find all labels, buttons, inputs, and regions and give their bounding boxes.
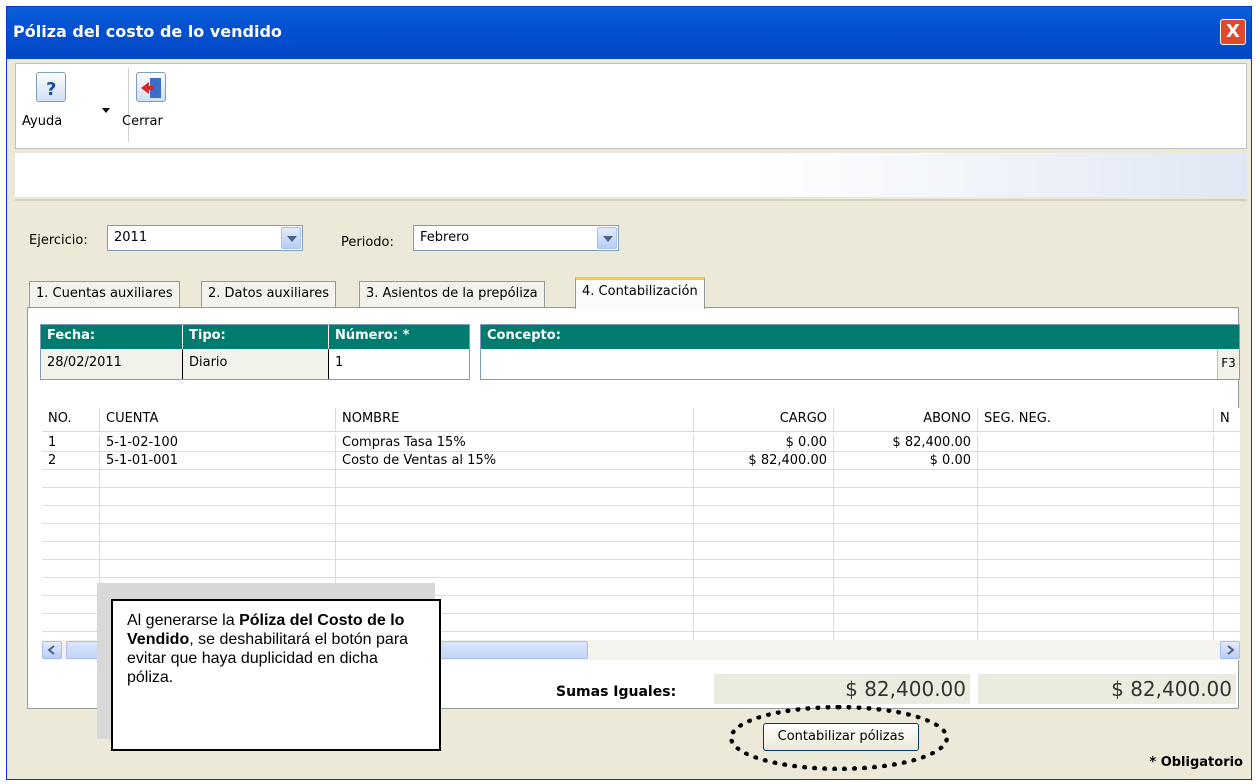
help-button[interactable]: ? Ayuda	[22, 72, 66, 129]
periodo-select[interactable]: Febrero	[413, 225, 619, 251]
fecha-field[interactable]: 28/02/2011	[41, 349, 183, 379]
f3-button[interactable]: F3	[1217, 349, 1239, 379]
highlight-oval	[729, 705, 949, 771]
scroll-right-icon[interactable]	[1220, 641, 1240, 659]
row-abono: $ 0.00	[834, 452, 978, 470]
row-abono: $ 82,400.00	[834, 434, 978, 452]
chevron-down-icon[interactable]	[281, 227, 301, 249]
col-abono[interactable]: ABONO	[834, 408, 978, 432]
concepto-box: Concepto: F3	[480, 324, 1240, 380]
fecha-label: Fecha:	[41, 325, 183, 349]
close-button[interactable]: Cerrar	[122, 72, 166, 129]
chevron-down-icon[interactable]	[597, 227, 617, 249]
numero-field[interactable]: 1	[329, 349, 469, 379]
main-window: Póliza del costo de lo vendido X ? Ayuda…	[6, 6, 1252, 780]
concepto-field[interactable]	[481, 349, 1217, 379]
close-window-button[interactable]: X	[1220, 19, 1246, 45]
help-icon: ?	[36, 72, 66, 102]
col-cargo[interactable]: CARGO	[694, 408, 834, 432]
row-no: 2	[42, 452, 100, 470]
tipo-field[interactable]: Diario	[183, 349, 329, 379]
ejercicio-label: Ejercicio:	[29, 233, 88, 248]
tab-cuentas-auxiliares[interactable]: 1. Cuentas auxiliares	[29, 281, 180, 307]
poliza-header-box: Fecha: Tipo: Número: * 28/02/2011 Diario…	[40, 324, 470, 380]
col-no[interactable]: NO.	[42, 408, 100, 432]
periodo-label: Periodo:	[341, 235, 394, 250]
tab-asientos-prepoliza[interactable]: 3. Asientos de la prepóliza	[359, 281, 545, 307]
row-nombre: Costo de Ventas al 15%	[336, 452, 694, 470]
row-seg-neg	[978, 434, 1214, 452]
help-dropdown-arrow-icon[interactable]	[102, 108, 110, 113]
svg-text:?: ?	[46, 79, 56, 100]
total-abono: $ 82,400.00	[978, 674, 1236, 704]
tab-contabilizacion[interactable]: 4. Contabilización	[575, 277, 705, 309]
tipo-label: Tipo:	[183, 325, 329, 349]
title-bar: Póliza del costo de lo vendido X	[7, 7, 1251, 59]
grid-header: NO. CUENTA NOMBRE CARGO ABONO SEG. NEG. …	[42, 408, 1240, 432]
tab-datos-auxiliares[interactable]: 2. Datos auxiliares	[201, 281, 336, 307]
required-note: * Obligatorio	[1149, 755, 1243, 770]
close-label: Cerrar	[122, 114, 163, 129]
col-seg-neg[interactable]: SEG. NEG.	[978, 408, 1214, 432]
window-title: Póliza del costo de lo vendido	[13, 22, 282, 41]
ejercicio-select[interactable]: 2011	[107, 225, 303, 251]
col-cuenta[interactable]: CUENTA	[100, 408, 336, 432]
help-label: Ayuda	[22, 114, 63, 129]
total-cargo: $ 82,400.00	[714, 674, 970, 704]
row-cargo: $ 82,400.00	[694, 452, 834, 470]
table-row[interactable]: 2 5-1-01-001 Costo de Ventas al 15% $ 82…	[42, 452, 1240, 470]
numero-label: Número: *	[329, 325, 469, 349]
annotation-callout: Al generarse la Póliza del Costo de lo V…	[111, 599, 441, 751]
ejercicio-value: 2011	[114, 230, 148, 245]
callout-text-1: Al generarse la	[127, 612, 240, 629]
col-n[interactable]: N	[1214, 408, 1240, 432]
row-cargo: $ 0.00	[694, 434, 834, 452]
section-divider	[15, 199, 1247, 201]
concepto-label: Concepto:	[481, 325, 1239, 349]
row-no: 1	[42, 434, 100, 452]
exit-door-icon	[136, 72, 166, 102]
col-nombre[interactable]: NOMBRE	[336, 408, 694, 432]
row-cuenta: 5-1-01-001	[100, 452, 336, 470]
periodo-value: Febrero	[420, 230, 470, 245]
row-nombre: Compras Tasa 15%	[336, 434, 694, 452]
sumas-iguales-label: Sumas Iguales:	[556, 684, 677, 700]
table-row[interactable]: 1 5-1-02-100 Compras Tasa 15% $ 0.00 $ 8…	[42, 434, 1240, 452]
row-seg-neg	[978, 452, 1214, 470]
row-cuenta: 5-1-02-100	[100, 434, 336, 452]
scroll-left-icon[interactable]	[42, 641, 62, 659]
toolbar: ? Ayuda Cerrar	[15, 63, 1247, 149]
header-gradient-band	[15, 153, 1247, 197]
